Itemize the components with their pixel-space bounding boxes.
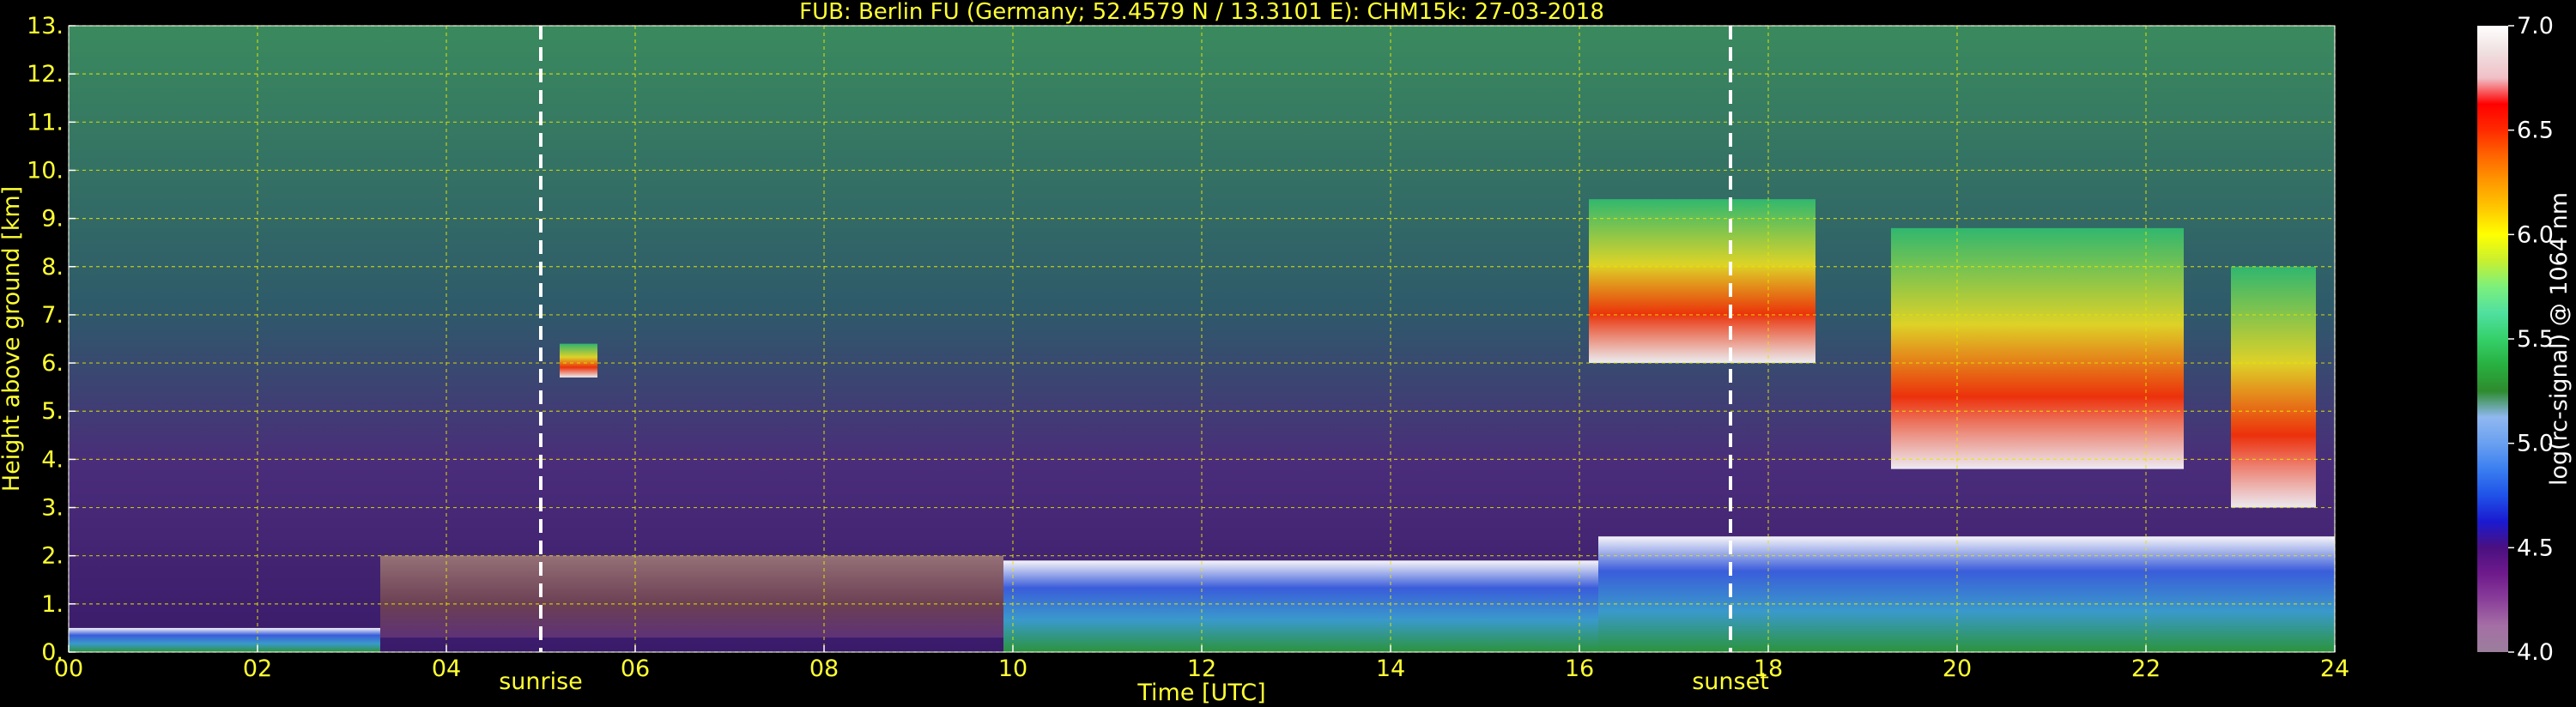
- cloud-region: [560, 343, 597, 378]
- y-tick-label: 13.: [27, 13, 64, 39]
- cloud-region: [2231, 266, 2316, 508]
- x-tick-label: 22: [2131, 656, 2161, 682]
- boundary-layer-region: [1003, 560, 1598, 652]
- sunrise-label: sunrise: [499, 668, 583, 695]
- x-tick-label: 14: [1376, 656, 1405, 682]
- y-tick-label: 4.: [41, 446, 64, 473]
- chart-title: FUB: Berlin FU (Germany; 52.4579 N / 13.…: [799, 0, 1604, 25]
- y-axis-label: Height above ground [km]: [0, 186, 25, 492]
- x-tick-label: 04: [432, 656, 461, 682]
- y-tick-label: 12.: [27, 61, 64, 88]
- y-tick-label: 5.: [41, 398, 64, 425]
- y-tick-label: 0.: [41, 639, 64, 666]
- x-tick-label: 02: [243, 656, 272, 682]
- y-tick-label: 1.: [41, 591, 64, 618]
- y-tick-label: 7.: [41, 302, 64, 329]
- y-tick-label: 9.: [41, 206, 64, 233]
- boundary-layer-region: [69, 627, 380, 652]
- residual-layer-region: [380, 555, 1003, 638]
- x-tick-label: 10: [998, 656, 1027, 682]
- y-tick-label: 3.: [41, 495, 64, 522]
- cloud-region: [1589, 199, 1815, 364]
- y-tick-label: 2.: [41, 543, 64, 570]
- colorbar-tick-label: 6.5: [2517, 118, 2554, 144]
- y-tick-label: 6.: [41, 350, 64, 377]
- x-tick-label: 06: [621, 656, 650, 682]
- colorbar-bar: [2477, 26, 2508, 652]
- colorbar-tick-label: 7.0: [2517, 13, 2554, 39]
- colorbar-tick-label: 4.5: [2517, 535, 2554, 561]
- x-tick-label: 12: [1187, 656, 1216, 682]
- plot-area: [69, 26, 2335, 652]
- ceilometer-figure: sunrise sunset 00 02 04 06 08 10 12 14 16 18 20 22 24…: [0, 0, 2573, 706]
- x-tick-label: 08: [809, 656, 839, 682]
- y-tick-label: 10.: [27, 157, 64, 184]
- x-tick-label: 24: [2320, 656, 2349, 682]
- colorbar: 4.04.55.05.56.06.57.0 log(rc-signal) @ 1…: [2477, 13, 2573, 666]
- y-tick-label: 11.: [27, 109, 64, 136]
- boundary-layer-region: [1598, 536, 2335, 652]
- cloud-region: [1891, 227, 2184, 469]
- y-tick-label: 8.: [41, 254, 64, 281]
- x-tick-label: 20: [1943, 656, 1972, 682]
- x-tick-label: 16: [1565, 656, 1594, 682]
- colorbar-tick-label: 4.0: [2517, 639, 2554, 666]
- x-axis-label: Time [UTC]: [1136, 680, 1265, 706]
- colorbar-label: log(rc-signal) @ 1064 nm: [2546, 192, 2573, 486]
- x-tick-label: 18: [1754, 656, 1783, 682]
